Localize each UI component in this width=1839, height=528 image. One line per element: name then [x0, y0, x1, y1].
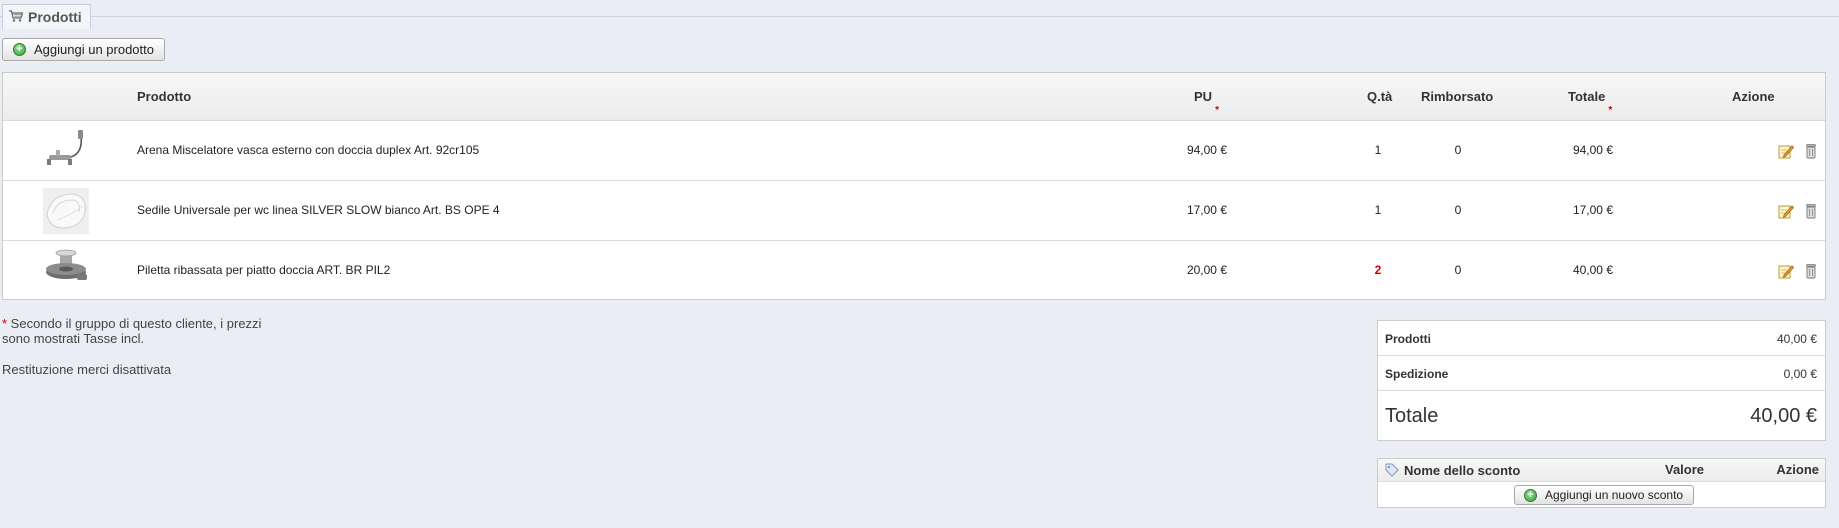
header-product: Prodotto [137, 89, 192, 104]
section-legend: Prodotti [2, 4, 91, 29]
products-table-header: Prodotto PU * Q.tà Rimborsato Totale * Azi… [3, 73, 1825, 121]
quantity: 1 [1374, 203, 1382, 217]
totals-shipping-row: Spedizione 0,00 € [1378, 356, 1825, 391]
product-name: Piletta ribassata per piatto doccia ART.… [137, 263, 391, 277]
toilet-seat-image [43, 188, 89, 234]
shipping-value: 0,00 € [1783, 367, 1817, 381]
edit-icon[interactable] [1778, 263, 1795, 279]
shipping-label: Spedizione [1385, 367, 1449, 381]
totals-grand-row: Totale 40,00 € [1378, 391, 1825, 441]
returns-note: Restituzione merci disattivata [2, 362, 172, 377]
header-discount-value: Valore [1665, 462, 1705, 477]
edit-icon[interactable] [1778, 143, 1795, 159]
unit-price: 17,00 € [1186, 203, 1227, 217]
required-marker: * [1215, 105, 1219, 116]
header-discount-name: Nome dello sconto [1404, 463, 1521, 478]
line-total: 94,00 € [1572, 143, 1613, 157]
refunded: 0 [1454, 263, 1462, 277]
trash-icon[interactable] [1803, 263, 1819, 279]
add-icon: + [1524, 488, 1537, 502]
edit-icon[interactable] [1778, 203, 1795, 219]
add-product-button[interactable]: + Aggiungi un prodotto [2, 38, 165, 61]
add-discount-label: Aggiungi un nuovo sconto [1545, 488, 1684, 502]
product-name: Arena Miscelatore vasca esterno con docc… [137, 143, 480, 157]
trash-icon[interactable] [1803, 203, 1819, 219]
section-title: Prodotti [28, 9, 82, 25]
header-total-label: Totale [1568, 89, 1606, 104]
header-unit-price-label: PU [1194, 89, 1213, 104]
tax-note: * Secondo il gruppo di questo cliente, i… [2, 316, 261, 346]
quantity: 2 [1374, 263, 1382, 277]
tax-note-line2: sono mostrati Tasse incl. [2, 331, 145, 346]
product-row: Sedile Universale per wc linea SILVER SL… [3, 181, 1825, 241]
product-row: Piletta ribassata per piatto doccia ART.… [3, 241, 1825, 300]
tax-note-line1: Secondo il gruppo di questo cliente, i p… [7, 316, 262, 331]
product-row: Arena Miscelatore vasca esterno con docc… [3, 121, 1825, 181]
products-value: 40,00 € [1776, 332, 1817, 346]
discounts-table: Nome dello sconto Valore Azione + Aggiun… [1377, 458, 1826, 508]
header-refunded: Rimborsato [1421, 89, 1494, 104]
header-quantity: Q.tà [1367, 89, 1393, 104]
unit-price: 94,00 € [1186, 143, 1227, 157]
product-name: Sedile Universale per wc linea SILVER SL… [137, 203, 500, 217]
discounts-header: Nome dello sconto Valore Azione [1378, 459, 1825, 482]
products-label: Prodotti [1385, 332, 1431, 346]
add-icon: + [13, 43, 26, 56]
bath-mixer-image [43, 128, 89, 174]
refunded: 0 [1454, 203, 1462, 217]
header-discount-action: Azione [1776, 462, 1819, 477]
unit-price: 20,00 € [1186, 263, 1227, 277]
order-products-panel: Prodotti + Aggiungi un prodotto Prodotto… [0, 0, 1839, 528]
header-unit-price: PU * [1194, 89, 1219, 116]
refunded: 0 [1454, 143, 1462, 157]
line-total: 40,00 € [1572, 263, 1613, 277]
header-action: Azione [1732, 89, 1775, 104]
totals-products-row: Prodotti 40,00 € [1378, 321, 1825, 356]
tag-icon [1385, 463, 1399, 480]
total-value: 40,00 € [1750, 405, 1817, 427]
cart-icon [9, 9, 24, 25]
products-table: Prodotto PU * Q.tà Rimborsato Totale * Azi… [2, 72, 1826, 300]
header-total: Totale * [1568, 89, 1612, 116]
quantity: 1 [1374, 143, 1382, 157]
trash-icon[interactable] [1803, 143, 1819, 159]
line-total: 17,00 € [1572, 203, 1613, 217]
totals-box: Prodotti 40,00 € Spedizione 0,00 € Total… [1377, 320, 1826, 441]
add-product-label: Aggiungi un prodotto [34, 42, 154, 57]
shower-drain-image [43, 248, 89, 294]
add-discount-button[interactable]: + Aggiungi un nuovo sconto [1514, 485, 1694, 505]
total-label: Totale [1385, 405, 1439, 427]
required-marker: * [1608, 105, 1613, 116]
fieldset-border [87, 16, 1839, 17]
